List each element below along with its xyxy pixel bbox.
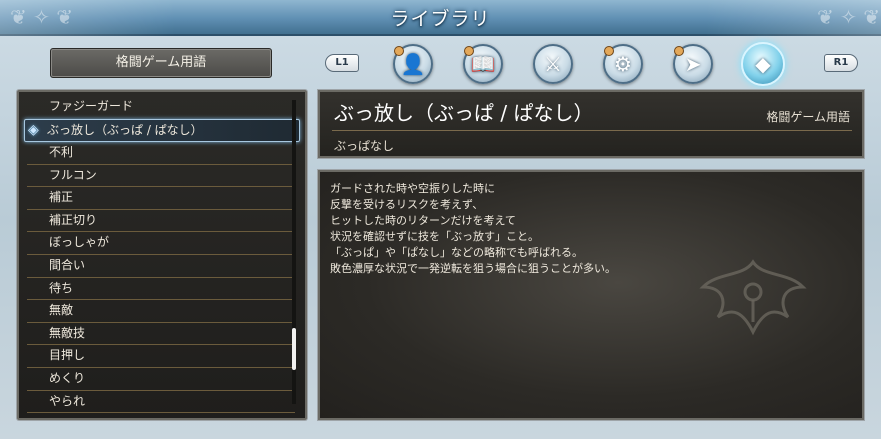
- list-item[interactable]: 補正切り: [27, 210, 295, 233]
- header-bar: ❦ ✧ ❦ ❦ ✧ ❦ ライブラリ: [0, 0, 881, 36]
- list-item[interactable]: フルコン: [27, 165, 295, 188]
- gear-icon: ⚙: [614, 52, 632, 76]
- list-item[interactable]: 無敵: [27, 300, 295, 323]
- list-item[interactable]: めくり: [27, 368, 295, 391]
- new-badge-icon: [604, 46, 614, 56]
- new-badge-icon: [394, 46, 404, 56]
- controller-books-icon: ◆: [755, 52, 771, 76]
- description-line: 敗色濃厚な状況で一発逆転を狙う場合に狙うことが多い。: [330, 262, 616, 275]
- category-tab-weapons[interactable]: ⚔: [533, 44, 573, 84]
- description-line: 「ぶっぱ」や「ぱなし」などの略称でも呼ばれる。: [330, 246, 583, 259]
- description-line: ガードされた時や空振りした時に: [330, 182, 495, 195]
- divider: [332, 130, 852, 131]
- entry-title-panel: ぶっ放し（ぶっぱ / ぱなし） 格闘ゲーム用語 ぶっぱなし: [318, 90, 864, 158]
- entry-category: 格闘ゲーム用語: [766, 110, 850, 124]
- list-item[interactable]: 不利: [27, 142, 295, 165]
- page-title: ライブラリ: [390, 8, 491, 30]
- entry-description-panel: ガードされた時や空振りした時に 反撃を受けるリスクを考えず、 ヒットした時のリタ…: [318, 170, 864, 420]
- list-item[interactable]: 補正: [27, 187, 295, 210]
- new-badge-icon: [674, 46, 684, 56]
- category-tab-fighting-game-terms[interactable]: ◆: [741, 42, 785, 86]
- character-silhouette-icon: 👤: [400, 52, 426, 76]
- sword-icon: ⚔: [544, 52, 562, 76]
- description-line: 反撃を受けるリスクを考えず、: [330, 198, 484, 211]
- r1-button[interactable]: R1: [824, 54, 858, 72]
- rider-icon: ➤: [684, 52, 702, 76]
- current-category-label: 格闘ゲーム用語: [50, 48, 272, 78]
- list-item[interactable]: やられ: [27, 391, 295, 414]
- list-scrollbar-thumb[interactable]: [292, 328, 296, 370]
- l1-button[interactable]: L1: [325, 54, 359, 72]
- emblem-icon: [699, 259, 807, 336]
- list-item-selected[interactable]: ◈ ぶっ放し（ぶっぱ / ぱなし）: [24, 119, 300, 142]
- list-item[interactable]: 間合い: [27, 255, 295, 278]
- description-line: ヒットした時のリターンだけを考えて: [330, 214, 516, 227]
- list-item[interactable]: ファジーガード: [27, 96, 295, 119]
- entry-reading: ぶっぱなし: [334, 139, 395, 153]
- list-item[interactable]: 無敵技: [27, 323, 295, 346]
- list-item[interactable]: 待ち: [27, 278, 295, 301]
- description-line: 状況を確認せずに技を「ぶっ放す」こと。: [330, 230, 539, 243]
- list-item[interactable]: 目押し: [27, 345, 295, 368]
- new-badge-icon: [464, 46, 474, 56]
- term-list-panel: ファジーガード ◈ ぶっ放し（ぶっぱ / ぱなし） 不利 フルコン 補正 補正切…: [17, 90, 307, 420]
- list-item-label: ぶっ放し（ぶっぱ / ぱなし）: [47, 123, 203, 137]
- crystal-cursor-icon: ◈: [28, 122, 39, 138]
- book-icon: 📖: [470, 52, 496, 76]
- list-item[interactable]: ぼっしゃが: [27, 232, 295, 255]
- entry-term: ぶっ放し（ぶっぱ / ぱなし）: [334, 101, 594, 125]
